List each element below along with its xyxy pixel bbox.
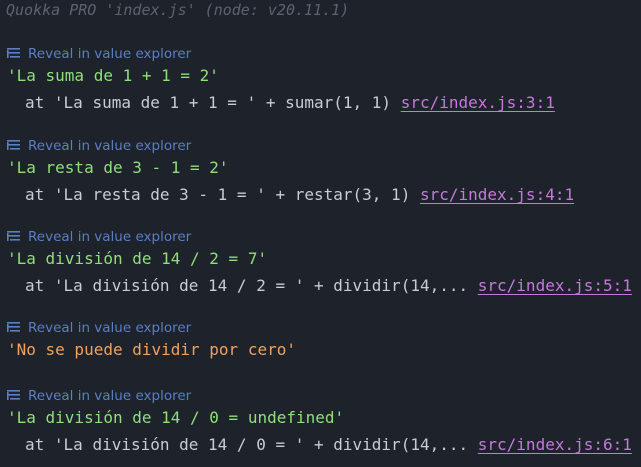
reveal-in-value-explorer-link[interactable]: Reveal in value explorer [7, 320, 191, 336]
reveal-label: Reveal in value explorer [28, 229, 192, 245]
reveal-in-value-explorer-link[interactable]: Reveal in value explorer [7, 46, 191, 62]
trace-expression: 'La suma de 1 + 1 = ' + sumar(1, 1) [53, 93, 392, 112]
source-location-link[interactable]: src/index.js:5:1 [478, 276, 632, 295]
source-location-link[interactable]: src/index.js:3:1 [401, 93, 555, 112]
list-tree-icon [7, 321, 23, 335]
quokka-header: Quokka PRO 'index.js' (node: v20.11.1) [6, 1, 350, 19]
reveal-label: Reveal in value explorer [28, 388, 192, 404]
reveal-label: Reveal in value explorer [28, 320, 192, 336]
reveal-label: Reveal in value explorer [28, 138, 192, 154]
log-value: 'La división de 14 / 0 = undefined' [7, 408, 345, 427]
list-tree-icon [7, 139, 23, 153]
trace-prefix: at [25, 185, 54, 204]
source-location-link[interactable]: src/index.js:6:1 [478, 435, 632, 454]
log-trace: at 'La suma de 1 + 1 = ' + sumar(1, 1) s… [25, 93, 555, 112]
log-value: 'No se puede dividir por cero' [7, 340, 296, 359]
reveal-label: Reveal in value explorer [28, 46, 192, 62]
trace-prefix: at [25, 276, 54, 295]
list-tree-icon [7, 47, 23, 61]
trace-expression: 'La resta de 3 - 1 = ' + restar(3, 1) [53, 185, 411, 204]
reveal-in-value-explorer-link[interactable]: Reveal in value explorer [7, 388, 191, 404]
log-trace: at 'La división de 14 / 0 = ' + dividir(… [25, 435, 632, 454]
log-trace: at 'La división de 14 / 2 = ' + dividir(… [25, 276, 632, 295]
log-value: 'La resta de 3 - 1 = 2' [7, 158, 229, 177]
source-location-link[interactable]: src/index.js:4:1 [420, 185, 574, 204]
list-tree-icon [7, 230, 23, 244]
log-value: 'La suma de 1 + 1 = 2' [7, 66, 219, 85]
quokka-output-panel: Quokka PRO 'index.js' (node: v20.11.1) R… [0, 0, 641, 467]
reveal-in-value-explorer-link[interactable]: Reveal in value explorer [7, 229, 191, 245]
reveal-in-value-explorer-link[interactable]: Reveal in value explorer [7, 138, 191, 154]
trace-expression: 'La división de 14 / 0 = ' + dividir(14,… [53, 435, 469, 454]
log-value: 'La división de 14 / 2 = 7' [7, 249, 268, 268]
log-trace: at 'La resta de 3 - 1 = ' + restar(3, 1)… [25, 185, 574, 204]
trace-expression: 'La división de 14 / 2 = ' + dividir(14,… [53, 276, 469, 295]
list-tree-icon [7, 389, 23, 403]
trace-prefix: at [25, 93, 54, 112]
trace-prefix: at [25, 435, 54, 454]
